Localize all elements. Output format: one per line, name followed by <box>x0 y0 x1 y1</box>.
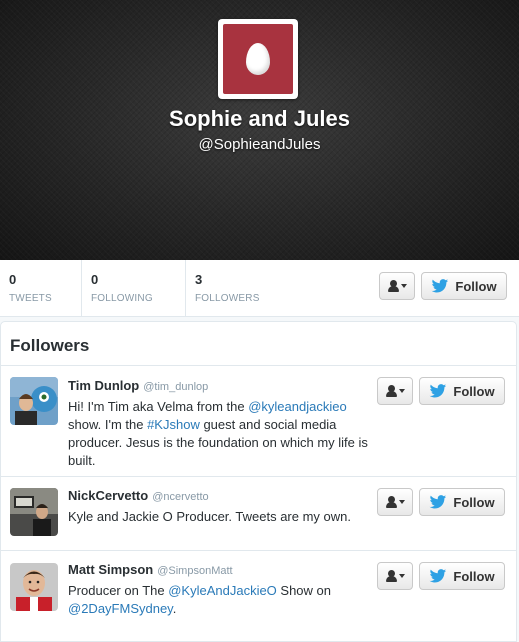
follow-button[interactable]: Follow <box>419 488 505 516</box>
chevron-down-icon <box>398 389 405 393</box>
follow-button-label: Follow <box>453 494 495 510</box>
follower-screen-name: @SimpsonMatt <box>157 565 233 577</box>
follower-display-name: Matt Simpson <box>68 562 154 577</box>
twitter-bird-icon <box>430 569 447 583</box>
stat-followers-count: 3 <box>195 272 203 287</box>
follower-display-name: NickCervetto <box>68 488 149 503</box>
user-actions-button[interactable] <box>377 562 413 590</box>
twitter-bird-icon <box>432 279 449 293</box>
follower-screen-name: @tim_dunlop <box>143 381 209 393</box>
chevron-down-icon <box>400 284 407 288</box>
bio-link[interactable]: @KyleAndJackieO <box>168 583 277 598</box>
user-actions-button[interactable] <box>379 272 415 300</box>
stat-following-label: FOLLOWING <box>91 293 153 304</box>
avatar[interactable] <box>10 488 58 536</box>
profile-stats-bar: 0 TWEETS 0 FOLLOWING 3 FOLLOWERS Follow <box>0 260 519 317</box>
follow-button-label: Follow <box>455 278 497 294</box>
list-item[interactable]: Matt Simpson @SimpsonMatt Producer on The… <box>1 551 516 641</box>
follow-button-label: Follow <box>453 383 495 399</box>
chevron-down-icon <box>398 574 405 578</box>
twitter-bird-icon <box>430 495 447 509</box>
chevron-down-icon <box>398 500 405 504</box>
follower-name[interactable]: Matt Simpson @SimpsonMatt <box>68 562 233 577</box>
user-icon <box>385 570 397 582</box>
stat-followers[interactable]: 3 FOLLOWERS <box>186 260 296 317</box>
user-icon <box>385 496 397 508</box>
stat-tweets-label: TWEETS <box>9 293 52 304</box>
avatar[interactable] <box>10 563 58 611</box>
follower-screen-name: @ncervetto <box>152 491 209 503</box>
list-item[interactable]: NickCervetto @ncervetto Kyle and Jackie O… <box>1 477 516 551</box>
follower-name[interactable]: Tim Dunlop @tim_dunlop <box>68 378 208 393</box>
follower-bio: Producer on The @KyleAndJackieO Show on … <box>68 582 368 618</box>
avatar[interactable] <box>10 377 58 425</box>
profile-name: Sophie and Jules <box>169 106 350 131</box>
user-icon <box>385 385 397 397</box>
bio-text: . <box>172 601 177 616</box>
stat-followers-label: FOLLOWERS <box>195 293 260 304</box>
follow-button-label: Follow <box>453 568 495 584</box>
bio-link[interactable]: #KJshow <box>147 417 200 432</box>
stat-following-count: 0 <box>91 272 99 287</box>
user-actions-button[interactable] <box>377 377 413 405</box>
follow-button[interactable]: Follow <box>419 562 505 590</box>
bio-link[interactable]: @kyleandjackieo <box>248 399 346 414</box>
egg-avatar-icon <box>223 24 293 94</box>
follower-bio: Hi! I'm Tim aka Velma from the @kyleandj… <box>68 398 368 470</box>
user-icon <box>387 280 399 292</box>
profile-avatar[interactable] <box>218 19 298 99</box>
stat-following[interactable]: 0 FOLLOWING <box>82 260 186 317</box>
bio-link[interactable]: @2DayFMSydney <box>68 601 173 616</box>
follower-display-name: Tim Dunlop <box>68 378 140 393</box>
bio-text: Kyle and Jackie O Producer. Tweets are m… <box>68 509 352 524</box>
followers-panel: Followers Tim Dunlop @tim_dunlop Hi! I'm … <box>0 321 517 642</box>
bio-text: Hi! I'm Tim aka Velma from the <box>68 399 249 414</box>
profile-handle[interactable]: @SophieandJules <box>0 136 519 153</box>
bio-text: Producer on The <box>68 583 169 598</box>
bio-text: show. I'm the <box>68 417 148 432</box>
bio-text: Show on <box>276 583 331 598</box>
stat-tweets[interactable]: 0 TWEETS <box>0 260 82 317</box>
stat-tweets-count: 0 <box>9 272 17 287</box>
user-actions-button[interactable] <box>377 488 413 516</box>
follow-button[interactable]: Follow <box>421 272 507 300</box>
profile-header: Sophie and Jules @SophieandJules <box>0 0 519 260</box>
list-item[interactable]: Tim Dunlop @tim_dunlop Hi! I'm Tim aka Ve… <box>1 367 516 477</box>
follower-name[interactable]: NickCervetto @ncervetto <box>68 488 209 503</box>
twitter-bird-icon <box>430 384 447 398</box>
followers-title: Followers <box>1 322 516 366</box>
follower-bio: Kyle and Jackie O Producer. Tweets are m… <box>68 508 368 526</box>
follow-button[interactable]: Follow <box>419 377 505 405</box>
